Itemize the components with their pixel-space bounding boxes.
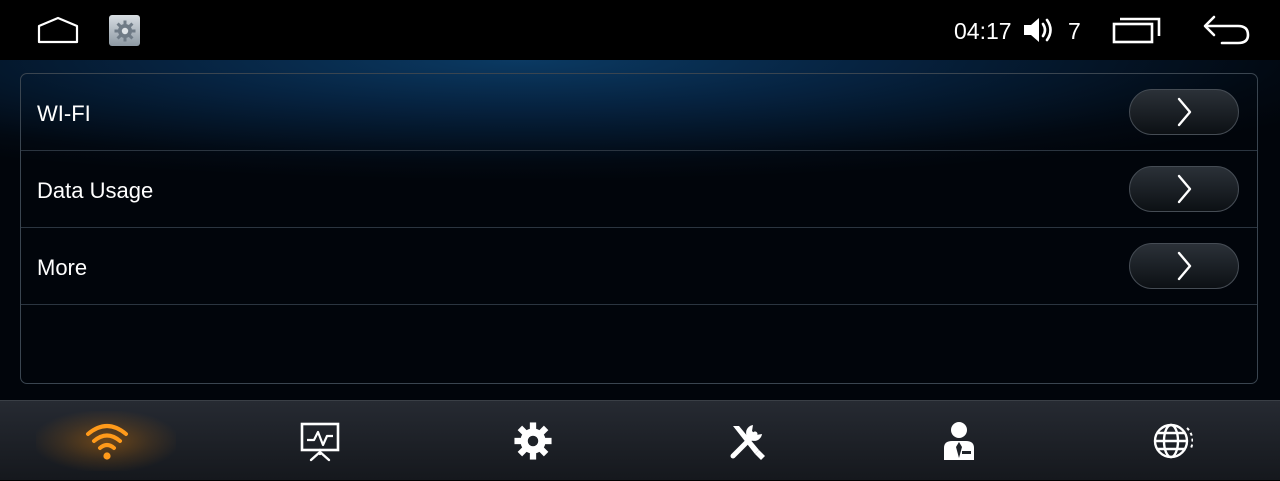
- status-bar: 04:17 7: [0, 0, 1280, 60]
- tools-icon: [730, 425, 765, 460]
- chevron-right-icon: [1177, 97, 1192, 127]
- tab-network[interactable]: [0, 401, 213, 481]
- wifi-icon: [85, 424, 128, 460]
- gear-icon: [114, 20, 135, 41]
- settings-content: WI-FI Data Usage More: [0, 60, 1280, 400]
- tab-account[interactable]: [852, 401, 1065, 481]
- settings-row-data-usage[interactable]: Data Usage: [21, 151, 1257, 228]
- more-open-button[interactable]: [1129, 243, 1239, 289]
- wifi-open-button[interactable]: [1129, 89, 1239, 135]
- clock: 04:17: [954, 18, 1012, 44]
- recent-apps-button[interactable]: [1110, 14, 1164, 46]
- data-usage-open-button[interactable]: [1129, 166, 1239, 212]
- volume-icon[interactable]: [1022, 15, 1058, 45]
- row-label: WI-FI: [37, 101, 91, 126]
- back-button[interactable]: [1198, 12, 1254, 48]
- network-settings-panel: WI-FI Data Usage More: [20, 73, 1258, 384]
- settings-row-wifi[interactable]: WI-FI: [21, 74, 1257, 151]
- volume-level: 7: [1068, 18, 1081, 44]
- home-button[interactable]: [34, 14, 82, 46]
- settings-category-tabbar: [0, 400, 1280, 480]
- chevron-right-icon: [1177, 251, 1192, 281]
- tab-language[interactable]: [1065, 401, 1278, 481]
- tab-display[interactable]: [213, 401, 426, 481]
- tab-tools[interactable]: [639, 401, 852, 481]
- recent-apps-icon: [1112, 17, 1161, 44]
- settings-app-icon[interactable]: [109, 15, 140, 46]
- tab-general[interactable]: [426, 401, 639, 481]
- back-arrow-icon: [1203, 15, 1250, 45]
- chevron-right-icon: [1177, 174, 1192, 204]
- gear-icon: [513, 422, 552, 460]
- row-label: More: [37, 255, 88, 280]
- row-label: Data Usage: [37, 178, 154, 203]
- presentation-chart-icon: [300, 422, 339, 462]
- user-profile-icon: [943, 422, 974, 460]
- globe-icon: [1153, 423, 1193, 459]
- settings-row-more[interactable]: More: [21, 228, 1257, 305]
- home-icon: [37, 16, 79, 44]
